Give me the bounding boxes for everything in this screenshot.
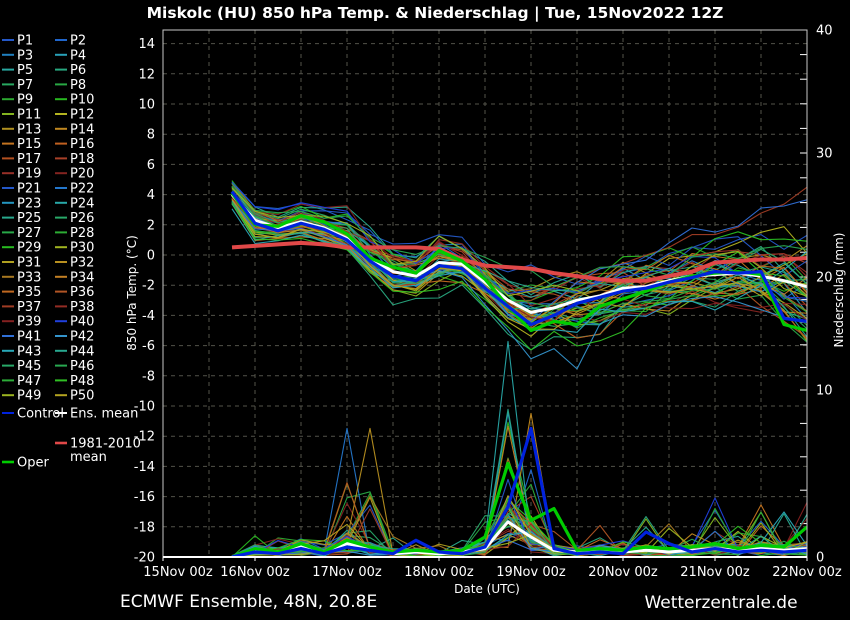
legend-member-label: P49	[17, 389, 41, 404]
legend-ens-mean-label: Ens. mean	[70, 407, 138, 422]
temp-tick-label: -4	[142, 309, 155, 324]
legend-member-label: P4	[70, 48, 86, 63]
legend-member-label: P44	[70, 344, 94, 359]
legend-member-label: P11	[17, 108, 41, 123]
legend-oper-label: Oper	[17, 456, 49, 471]
legend-member-label: P47	[17, 374, 41, 389]
date-tick-label: 15Nov 00z	[143, 565, 213, 580]
legend-member-label: P15	[17, 137, 41, 152]
precip-tick-label: 30	[816, 147, 833, 162]
legend-member-label: P30	[70, 241, 94, 256]
temp-tick-label: 6	[147, 158, 155, 173]
temp-tick-label: -2	[142, 279, 155, 294]
date-tick-label: 19Nov 00z	[496, 565, 566, 580]
temp-tick-label: -16	[134, 490, 155, 505]
legend-member-label: P33	[17, 270, 41, 285]
legend-member-label: P35	[17, 285, 41, 300]
temp-tick-label: -20	[134, 551, 155, 566]
temp-tick-label: 4	[147, 188, 155, 203]
legend-member-label: P27	[17, 226, 41, 241]
legend-member-label: P6	[70, 63, 86, 78]
legend-member-label: P1	[17, 34, 33, 49]
legend-member-label: P43	[17, 344, 41, 359]
legend-member-label: P7	[17, 78, 33, 93]
legend-member-label: P42	[70, 330, 94, 345]
legend-member-label: P5	[17, 63, 33, 78]
legend-member-label: P13	[17, 122, 41, 137]
legend-member-label: P21	[17, 182, 41, 197]
meteogram-page: 14121086420-2-4-6-8-10-12-14-16-18-20403…	[0, 0, 850, 620]
legend-member-label: P25	[17, 211, 41, 226]
legend-climate-mean-label-line2: mean	[70, 450, 107, 465]
footer-source: ECMWF Ensemble, 48N, 20.8E	[120, 592, 377, 612]
legend-member-label: P50	[70, 389, 94, 404]
temp-tick-label: 10	[138, 98, 155, 113]
temp-tick-label: -14	[134, 460, 155, 475]
precip-tick-label: 0	[816, 551, 824, 566]
footer-brand: Wetterzentrale.de	[644, 593, 797, 613]
date-tick-label: 21Nov 00z	[680, 565, 750, 580]
legend-member-label: P18	[70, 152, 94, 167]
temp-tick-label: -8	[142, 369, 155, 384]
legend-member-label: P24	[70, 196, 94, 211]
member-temp-line	[232, 199, 807, 294]
legend-member-label: P19	[17, 167, 41, 182]
legend-member-label: P32	[70, 256, 94, 271]
temp-tick-label: 12	[138, 67, 155, 82]
legend-member-label: P10	[70, 93, 94, 108]
legend-member-label: P28	[70, 226, 94, 241]
legend-member-label: P26	[70, 211, 94, 226]
legend-member-label: P22	[70, 182, 94, 197]
y-right-axis-label: Niederschlag (mm)	[832, 233, 846, 348]
legend-member-label: P20	[70, 167, 94, 182]
precip-tick-label: 40	[816, 24, 833, 39]
page-title: Miskolc (HU) 850 hPa Temp. & Niederschla…	[147, 4, 724, 23]
date-tick-label: 20Nov 00z	[588, 565, 658, 580]
date-tick-label: 17Nov 00z	[312, 565, 382, 580]
temp-tick-label: -6	[142, 339, 155, 354]
ensemble-meteogram-chart: 14121086420-2-4-6-8-10-12-14-16-18-20403…	[0, 0, 850, 620]
legend: P1P2P3P4P5P6P7P8P9P10P11P12P13P14P15P16P…	[2, 34, 141, 471]
x-axis-label: Date (UTC)	[454, 582, 520, 596]
legend-member-label: P17	[17, 152, 41, 167]
legend-member-label: P46	[70, 359, 94, 374]
legend-member-label: P8	[70, 78, 86, 93]
legend-member-label: P40	[70, 315, 94, 330]
y-left-axis-label: 850 hPa Temp. (°C)	[125, 235, 139, 351]
date-tick-label: 22Nov 00z	[772, 565, 842, 580]
temp-tick-label: 8	[147, 128, 155, 143]
legend-member-label: P34	[70, 270, 94, 285]
legend-member-label: P41	[17, 330, 41, 345]
legend-member-label: P36	[70, 285, 94, 300]
temp-tick-label: 0	[147, 249, 155, 264]
legend-member-label: P29	[17, 241, 41, 256]
legend-member-label: P48	[70, 374, 94, 389]
legend-member-label: P38	[70, 300, 94, 315]
date-tick-label: 16Nov 00z	[220, 565, 290, 580]
temp-tick-label: 14	[138, 37, 155, 52]
precip-tick-label: 10	[816, 384, 833, 399]
legend-member-label: P23	[17, 196, 41, 211]
legend-member-label: P37	[17, 300, 41, 315]
legend-member-label: P14	[70, 122, 94, 137]
temp-tick-label: 2	[147, 218, 155, 233]
precip-tick-label: 20	[816, 271, 833, 286]
legend-member-label: P3	[17, 48, 33, 63]
legend-member-label: P2	[70, 34, 86, 49]
temp-tick-label: -18	[134, 520, 155, 535]
legend-member-label: P9	[17, 93, 33, 108]
date-tick-label: 18Nov 00z	[404, 565, 474, 580]
legend-member-label: P31	[17, 256, 41, 271]
legend-member-label: P39	[17, 315, 41, 330]
legend-member-label: P45	[17, 359, 41, 374]
legend-member-label: P12	[70, 108, 94, 123]
legend-member-label: P16	[70, 137, 94, 152]
series-layer	[232, 181, 807, 557]
